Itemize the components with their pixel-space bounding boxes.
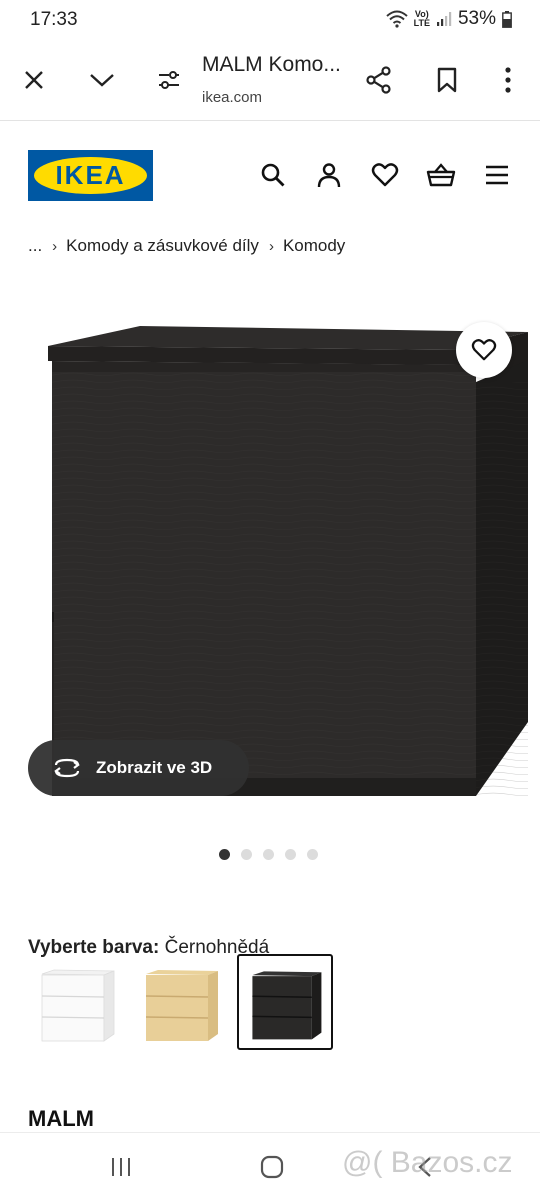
image-carousel-dots xyxy=(219,849,318,860)
breadcrumb-item[interactable]: Komody a zásuvkové díly xyxy=(66,236,259,256)
view-in-3d-label: Zobrazit ve 3D xyxy=(96,758,213,777)
page-title[interactable]: MALM Komo... xyxy=(202,53,341,77)
share-button[interactable] xyxy=(355,40,403,120)
site-header: IKEA xyxy=(0,120,540,230)
status-icons: Vo) LTE 53% xyxy=(385,8,512,30)
black-brown-dresser-thumbnail xyxy=(252,971,322,1040)
search-icon xyxy=(261,163,285,187)
hamburger-menu-icon xyxy=(486,165,508,185)
browser-toolbar: MALM Komo... ikea.com xyxy=(0,40,540,121)
breadcrumb-ellipsis[interactable]: ... xyxy=(28,236,42,256)
battery-percent: 53% xyxy=(457,8,496,29)
share-icon xyxy=(366,66,391,94)
white-dresser-thumbnail xyxy=(41,969,115,1042)
color-option-white[interactable] xyxy=(30,954,126,1050)
home-icon xyxy=(260,1155,284,1179)
signal-icon xyxy=(436,12,452,26)
oak-dresser-thumbnail xyxy=(145,970,218,1041)
watermark-text: @( Bazos.cz xyxy=(342,1146,513,1179)
search-button[interactable] xyxy=(256,158,290,192)
heart-icon xyxy=(371,163,399,187)
product-name: MALM xyxy=(28,1106,94,1131)
ikea-logo[interactable]: IKEA xyxy=(28,150,153,201)
site-settings-button[interactable] xyxy=(145,40,193,120)
heart-icon xyxy=(471,339,497,361)
add-to-wishlist-button[interactable] xyxy=(456,322,512,378)
battery-icon xyxy=(502,10,512,28)
status-time: 17:33 xyxy=(30,9,78,30)
close-tab-button[interactable] xyxy=(10,40,58,120)
color-option-oak[interactable] xyxy=(134,954,230,1050)
more-options-button[interactable] xyxy=(484,40,532,120)
chevron-right-icon: › xyxy=(52,237,58,255)
page-url[interactable]: ikea.com xyxy=(202,89,262,106)
user-icon xyxy=(317,163,341,188)
home-button[interactable] xyxy=(250,1145,294,1189)
collapse-button[interactable] xyxy=(78,40,126,120)
recent-apps-button[interactable] xyxy=(99,1145,143,1189)
bookmark-button[interactable] xyxy=(423,40,471,120)
carousel-dot[interactable] xyxy=(241,849,252,860)
carousel-dot[interactable] xyxy=(263,849,274,860)
wifi-icon xyxy=(385,10,408,28)
recent-apps-icon xyxy=(112,1158,130,1176)
more-vertical-icon xyxy=(505,67,511,93)
tune-icon xyxy=(159,71,179,89)
carousel-dot[interactable] xyxy=(285,849,296,860)
status-bar: 17:33 Vo) LTE 53% xyxy=(0,0,540,40)
breadcrumb: ... › Komody a zásuvkové díly › Komody xyxy=(28,234,345,258)
bookmark-icon xyxy=(437,67,457,93)
menu-button[interactable] xyxy=(480,158,514,192)
network-type: Vo) LTE xyxy=(413,9,430,28)
carousel-dot[interactable] xyxy=(307,849,318,860)
carousel-dot[interactable] xyxy=(219,849,230,860)
basket-icon xyxy=(426,163,456,187)
account-button[interactable] xyxy=(312,158,346,192)
view-in-3d-button[interactable]: Zobrazit ve 3D xyxy=(28,740,249,796)
wishlist-button[interactable] xyxy=(368,158,402,192)
chevron-right-icon: › xyxy=(268,237,274,255)
chevron-down-icon xyxy=(90,74,114,87)
breadcrumb-item[interactable]: Komody xyxy=(283,236,345,256)
color-option-black-brown[interactable] xyxy=(237,954,333,1050)
cart-button[interactable] xyxy=(424,158,458,192)
close-icon xyxy=(25,71,43,89)
rotate-3d-icon xyxy=(54,758,80,778)
